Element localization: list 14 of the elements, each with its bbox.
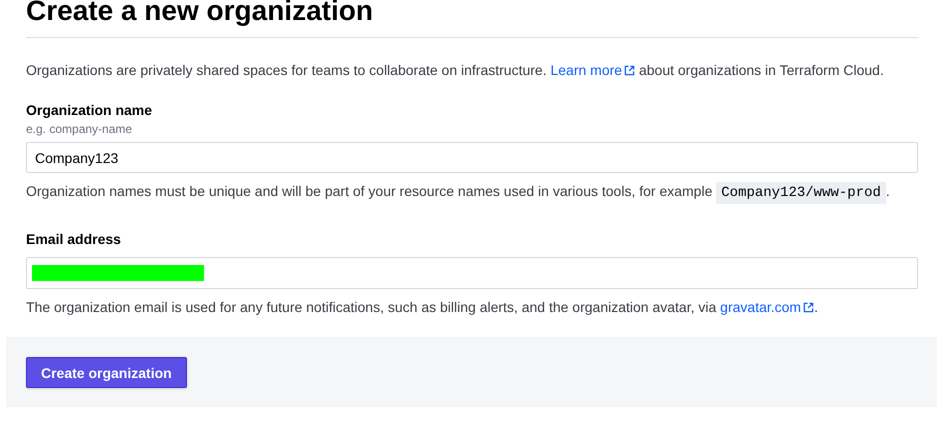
field-label: Organization name — [26, 102, 154, 118]
page-title: Create a new organization — [26, 0, 374, 25]
help-text: Organization names must be unique and will be part of your resource names used in various tools, for example Company123/www-prod . — [26, 181, 919, 203]
organization-name-field[interactable]: Company123 — [26, 142, 918, 173]
intro-text: Organizations are privately shared spaces for teams to collaborate on infrastructure. Learn more about organizations in Terraform Cloud. — [26, 61, 885, 80]
email-field[interactable] — [26, 257, 918, 289]
help-text: The organization email is used for any future notifications, such as billing alerts, and the organization avatar, via gravatar.com . — [26, 298, 819, 317]
gravatar-link[interactable]: gravatar.com — [720, 299, 814, 315]
field-label: Email address — [26, 231, 122, 247]
field-hint: e.g. company-name — [26, 122, 134, 136]
learn-more-link[interactable]: Learn more — [550, 62, 636, 78]
create-organization-button[interactable]: Create organization — [26, 357, 187, 388]
external-link-icon — [803, 302, 814, 313]
external-link-icon — [624, 65, 636, 76]
